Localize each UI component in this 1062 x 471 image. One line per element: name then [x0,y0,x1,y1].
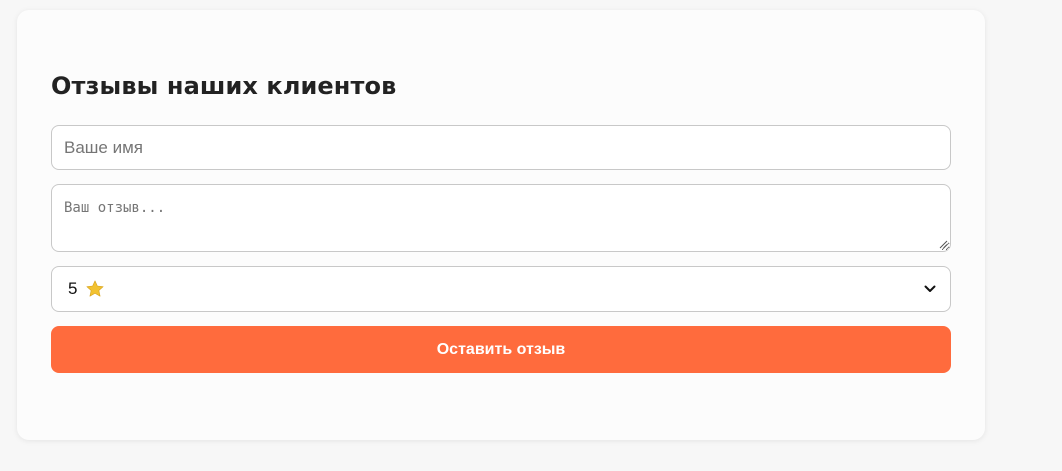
review-card: Отзывы наших клиентов 5 Оставить отзыв [17,10,985,440]
name-input[interactable] [51,125,951,170]
rating-number: 5 [68,279,78,298]
rating-selected-value: 5 [68,279,105,299]
review-textarea[interactable] [51,184,951,252]
chevron-down-icon [924,285,936,292]
resize-grip-icon[interactable] [939,240,948,249]
rating-select[interactable]: 5 [51,266,951,312]
page-title: Отзывы наших клиентов [51,72,397,100]
star-icon [86,280,104,297]
submit-review-button[interactable]: Оставить отзыв [51,326,951,373]
